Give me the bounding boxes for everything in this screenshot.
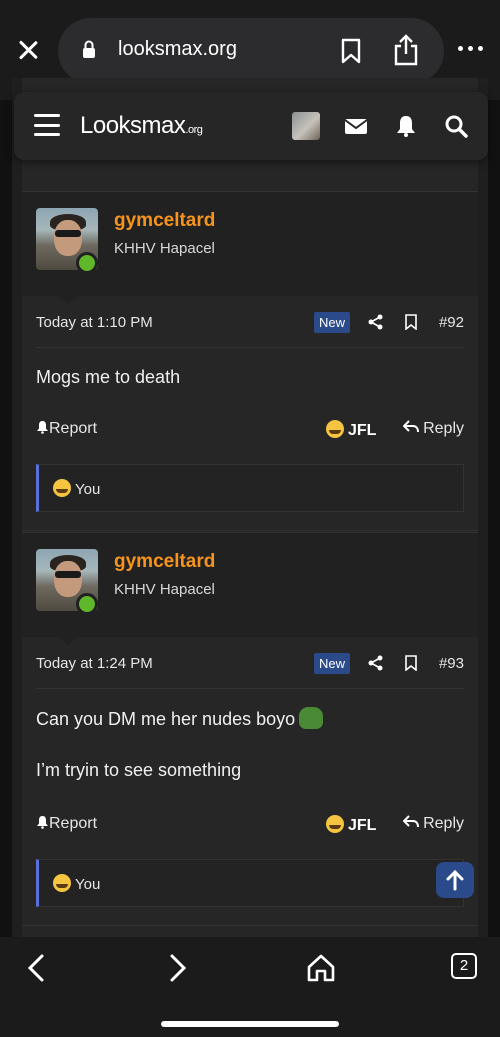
post-text: Mogs me to death — [36, 367, 181, 387]
post-body: Mogs me to death — [36, 348, 464, 412]
pepe-emoji-icon — [299, 707, 324, 729]
share-icon[interactable] — [368, 655, 384, 671]
laughing-emoji-icon — [53, 874, 71, 892]
bell-icon — [37, 816, 48, 829]
user-title: KHHV Hapacel — [114, 240, 215, 257]
post-body: Can you DM me her nudes boyo I’m tryin t… — [36, 689, 464, 807]
post-number[interactable]: #93 — [439, 655, 464, 672]
post-user-block: gymceltard KHHV Hapacel — [22, 533, 478, 645]
react-button[interactable]: JFL — [326, 420, 376, 440]
post: gymceltard KHHV Hapacel Today at 1:10 PM… — [22, 191, 478, 531]
reactions-bar[interactable]: You — [36, 859, 464, 907]
address-bar[interactable]: looksmax.org — [58, 18, 444, 84]
post-text: Can you DM me her nudes boyo — [36, 707, 464, 731]
logo-main: Looksmax — [80, 112, 186, 139]
site-header: Looksmax.org — [14, 92, 488, 160]
home-icon[interactable] — [306, 953, 336, 983]
menu-icon[interactable] — [34, 114, 60, 136]
reacted-by: You — [75, 876, 101, 893]
new-badge: New — [314, 653, 351, 674]
username[interactable]: gymceltard — [114, 551, 215, 573]
post-user-block: gymceltard KHHV Hapacel — [22, 192, 478, 304]
logo-tld: .org — [185, 124, 203, 136]
post-meta: Today at 1:10 PM New #92 — [36, 296, 464, 348]
site-logo[interactable]: Looksmax.org — [80, 112, 203, 140]
bookmark-icon[interactable] — [404, 655, 418, 671]
tabs-button[interactable]: 2 — [451, 953, 477, 979]
new-badge: New — [314, 312, 351, 333]
bell-icon — [37, 421, 48, 434]
reaction-label: JFL — [348, 422, 377, 439]
post-date[interactable]: Today at 1:24 PM — [36, 655, 153, 672]
laughing-emoji-icon — [53, 479, 71, 497]
post: gymceltard KHHV Hapacel Today at 1:24 PM… — [22, 532, 478, 926]
laughing-emoji-icon — [326, 420, 344, 438]
back-icon[interactable] — [22, 953, 52, 983]
home-indicator — [161, 1021, 339, 1027]
reply-label: Reply — [423, 815, 464, 832]
post-actions: Report JFL Reply — [36, 412, 464, 452]
reply-button[interactable]: Reply — [402, 420, 464, 438]
url-text: looksmax.org — [118, 38, 237, 60]
user-title: KHHV Hapacel — [114, 581, 215, 598]
reply-button[interactable]: Reply — [402, 815, 464, 833]
reacted-by: You — [75, 481, 101, 498]
forward-icon[interactable] — [162, 953, 192, 983]
bell-icon[interactable] — [394, 114, 418, 138]
report-label: Report — [49, 420, 98, 437]
bookmark-icon[interactable] — [340, 38, 362, 64]
post-number[interactable]: #92 — [439, 314, 464, 331]
react-button[interactable]: JFL — [326, 815, 376, 835]
report-button[interactable]: Report — [36, 420, 97, 438]
post-text-line: Can you DM me her nudes boyo — [36, 709, 296, 729]
post-meta: Today at 1:24 PM New #93 — [36, 637, 464, 689]
inbox-icon[interactable] — [344, 114, 368, 138]
reaction-label: JFL — [348, 817, 377, 834]
reply-label: Reply — [423, 420, 464, 437]
share-icon[interactable] — [392, 34, 420, 66]
post-text-line: I’m tryin to see something — [36, 760, 242, 781]
close-icon[interactable] — [14, 36, 42, 64]
post-date[interactable]: Today at 1:10 PM — [36, 314, 153, 331]
search-icon[interactable] — [444, 114, 468, 138]
laughing-emoji-icon — [326, 815, 344, 833]
scroll-top-button[interactable] — [436, 862, 474, 898]
share-icon[interactable] — [368, 314, 384, 330]
online-status-icon — [76, 252, 98, 274]
reply-icon — [402, 815, 419, 828]
arrow-up-icon — [446, 869, 464, 891]
bookmark-icon[interactable] — [404, 314, 418, 330]
browser-bottom-bar: 2 — [0, 937, 500, 1037]
lock-icon — [83, 40, 95, 58]
username[interactable]: gymceltard — [114, 210, 215, 232]
report-button[interactable]: Report — [36, 815, 97, 833]
reactions-bar[interactable]: You — [36, 464, 464, 512]
online-status-icon — [76, 593, 98, 615]
more-icon[interactable] — [458, 46, 483, 51]
post-actions: Report JFL Reply — [36, 807, 464, 847]
reply-icon — [402, 420, 419, 433]
account-avatar[interactable] — [292, 112, 320, 140]
report-label: Report — [49, 815, 98, 832]
